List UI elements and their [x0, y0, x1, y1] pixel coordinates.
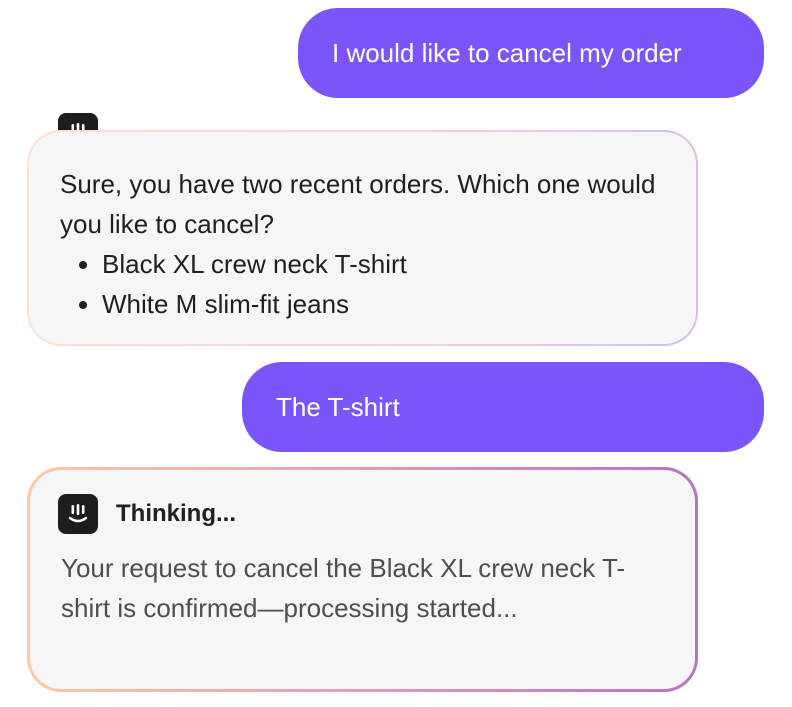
user-message-text: The T-shirt — [276, 391, 400, 422]
bot-avatar-icon — [58, 494, 98, 534]
bot-message-body: Sure, you have two recent orders. Which … — [60, 164, 680, 324]
order-item: Black XL crew neck T-shirt — [102, 244, 680, 284]
user-message: I would like to cancel my order — [298, 8, 764, 98]
order-list: Black XL crew neck T-shirt White M slim-… — [60, 244, 680, 324]
bot-message-text: Your request to cancel the Black XL crew… — [61, 553, 626, 623]
thinking-header: Thinking... — [58, 494, 236, 534]
smiley-bot-icon — [68, 504, 88, 523]
bot-message: Sure, you have two recent orders. Which … — [27, 130, 698, 346]
chat-thread: I would like to cancel my order Sure, yo… — [0, 0, 792, 707]
order-item: White M slim-fit jeans — [102, 284, 680, 324]
user-message: The T-shirt — [242, 362, 764, 452]
user-message-text: I would like to cancel my order — [332, 37, 682, 68]
bot-message-intro: Sure, you have two recent orders. Which … — [60, 169, 656, 239]
bot-thinking-message: Thinking... Your request to cancel the B… — [27, 467, 698, 692]
thinking-status: Thinking... — [116, 500, 236, 527]
